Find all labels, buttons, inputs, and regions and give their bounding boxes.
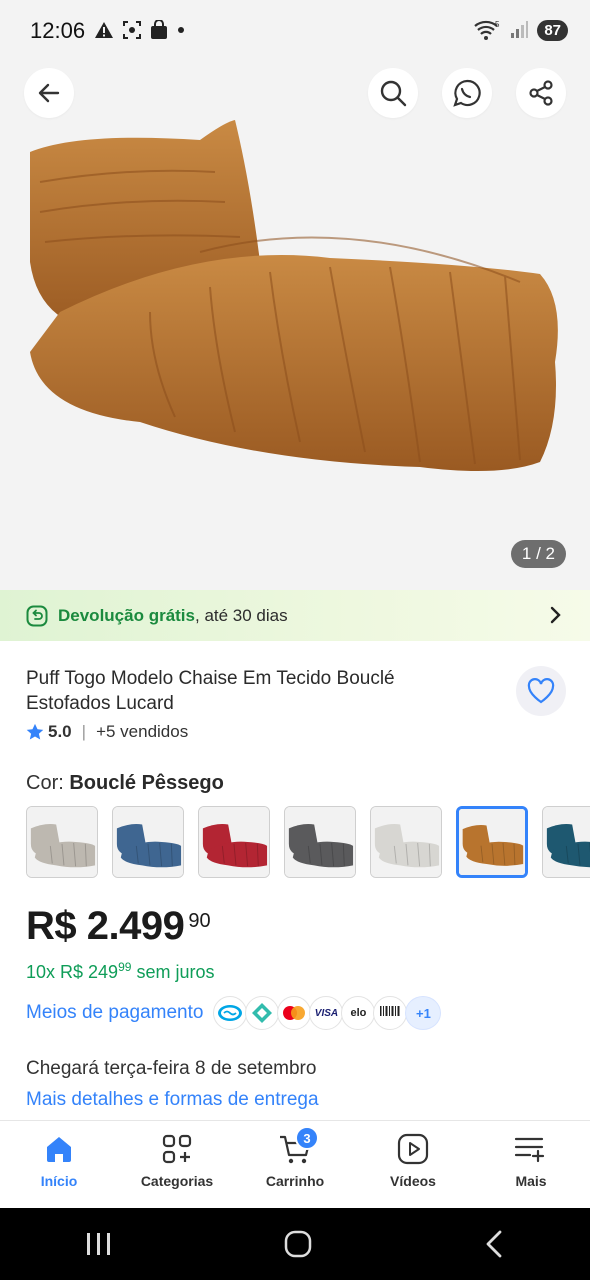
product-image-gallery[interactable]: 1 / 2 xyxy=(0,62,590,590)
elo-icon: elo xyxy=(341,996,376,1030)
svg-text:5: 5 xyxy=(495,20,500,29)
tab-label: Início xyxy=(40,1173,78,1189)
color-swatch[interactable] xyxy=(542,806,590,878)
back-button[interactable] xyxy=(24,68,74,118)
tab-label: Categorias xyxy=(140,1173,214,1189)
tab-label: Vídeos xyxy=(390,1173,436,1189)
status-notification-icons xyxy=(94,20,186,40)
rating-row[interactable]: 5.0 | +5 vendidos xyxy=(26,722,188,742)
delivery-estimate: Chegará terça-feira 8 de setembro xyxy=(26,1058,317,1079)
whatsapp-share-button[interactable] xyxy=(442,68,492,118)
rating-score: 5.0 xyxy=(48,722,72,741)
price-cents: 90 xyxy=(188,910,211,932)
home-button-icon[interactable] xyxy=(283,1229,313,1259)
installments-cents: 99 xyxy=(118,960,132,974)
status-system-icons: 5 87 xyxy=(473,19,568,41)
screenshot-icon xyxy=(123,21,141,39)
swatch-sofa-thumbnail xyxy=(113,807,183,877)
color-selector-label: Cor: Bouclé Pêssego xyxy=(26,772,224,795)
tab-inicio[interactable]: Início xyxy=(0,1121,118,1208)
banner-strong-text: Devolução grátis xyxy=(58,605,195,625)
recent-apps-icon[interactable] xyxy=(84,1230,114,1258)
swatch-sofa-thumbnail xyxy=(459,809,525,875)
categories-icon xyxy=(162,1134,192,1164)
payment-methods-link[interactable]: Meios de pagamento xyxy=(26,1002,203,1024)
share-button[interactable] xyxy=(516,68,566,118)
star-icon xyxy=(26,723,44,740)
elo-label: elo xyxy=(350,1007,367,1019)
shopping-bag-icon xyxy=(151,20,167,39)
home-icon xyxy=(47,1137,71,1162)
swatch-sofa-thumbnail xyxy=(285,807,355,877)
color-swatch[interactable] xyxy=(284,806,356,878)
color-swatch[interactable] xyxy=(456,806,528,878)
color-swatch-list xyxy=(26,806,590,878)
wifi-icon: 5 xyxy=(474,20,500,40)
tab-label: Mais xyxy=(515,1173,547,1189)
signal-icon xyxy=(511,21,529,38)
rating-separator: | xyxy=(81,722,87,741)
tab-mais[interactable]: Mais xyxy=(472,1121,590,1208)
battery-indicator: 87 xyxy=(537,19,568,41)
cart-badge: 3 xyxy=(295,1126,319,1150)
swatch-sofa-thumbnail xyxy=(371,807,441,877)
arrow-left-icon xyxy=(38,83,60,103)
color-swatch[interactable] xyxy=(370,806,442,878)
more-payment-methods[interactable]: +1 xyxy=(405,996,442,1030)
delivery-details-link[interactable]: Mais detalhes e formas de entrega xyxy=(26,1089,319,1111)
video-icon xyxy=(397,1133,429,1165)
swatch-sofa-thumbnail xyxy=(543,807,590,877)
favorite-button[interactable] xyxy=(516,666,566,716)
boleto-icon xyxy=(373,996,408,1030)
search-icon xyxy=(380,80,407,107)
mercadopago-icon xyxy=(213,996,248,1030)
share-icon xyxy=(529,80,553,106)
back-nav-icon[interactable] xyxy=(482,1229,506,1259)
swatch-sofa-thumbnail xyxy=(199,807,269,877)
whatsapp-share-icon xyxy=(453,79,481,107)
alert-icon xyxy=(95,22,113,38)
status-time: 12:06 xyxy=(30,18,86,43)
pix-icon xyxy=(245,996,280,1030)
chevron-right-icon xyxy=(550,606,561,624)
installments-suffix: sem juros xyxy=(131,962,215,982)
installments-prefix: 10x R$ 249 xyxy=(26,962,119,982)
swatch-sofa-thumbnail xyxy=(27,807,97,877)
tab-categorias[interactable]: Categorias xyxy=(118,1121,236,1208)
price: R$ 2.499 90 xyxy=(26,904,211,949)
tab-carrinho[interactable]: 3 Carrinho xyxy=(236,1121,354,1208)
sold-count: +5 vendidos xyxy=(96,722,189,741)
system-navigation-bar xyxy=(0,1208,590,1280)
product-photo xyxy=(30,120,558,471)
mastercard-icon xyxy=(277,996,312,1030)
price-main: R$ 2.499 xyxy=(26,904,185,948)
payment-methods-row[interactable]: Meios de pagamento VISA elo +1 xyxy=(26,996,442,1030)
visa-icon: VISA xyxy=(309,996,344,1030)
color-label-prefix: Cor: xyxy=(26,772,70,794)
status-bar: 12:06 5 87 xyxy=(0,0,590,62)
banner-text: Devolução grátis, até 30 dias xyxy=(58,606,288,626)
installments-text: 10x R$ 24999 sem juros xyxy=(26,960,214,983)
color-swatch[interactable] xyxy=(26,806,98,878)
color-swatch[interactable] xyxy=(112,806,184,878)
tab-label: Carrinho xyxy=(265,1173,325,1189)
banner-suffix-text: , até 30 dias xyxy=(195,605,288,625)
visa-label: VISA xyxy=(314,1007,339,1019)
heart-icon xyxy=(527,678,555,704)
color-swatch[interactable] xyxy=(198,806,270,878)
tab-videos[interactable]: Vídeos xyxy=(354,1121,472,1208)
free-return-banner[interactable]: Devolução grátis, até 30 dias xyxy=(0,590,590,641)
product-title: Puff Togo Modelo Chaise Em Tecido Bouclé… xyxy=(26,668,395,714)
selected-color-name: Bouclé Pêssego xyxy=(69,772,224,794)
image-counter: 1 / 2 xyxy=(510,540,566,568)
return-icon xyxy=(26,605,48,626)
search-button[interactable] xyxy=(368,68,418,118)
dot-icon xyxy=(178,27,184,33)
more-menu-icon xyxy=(514,1137,545,1163)
bottom-tab-bar: Início Categorias 3 Carrinho Vídeos Mais xyxy=(0,1120,590,1208)
